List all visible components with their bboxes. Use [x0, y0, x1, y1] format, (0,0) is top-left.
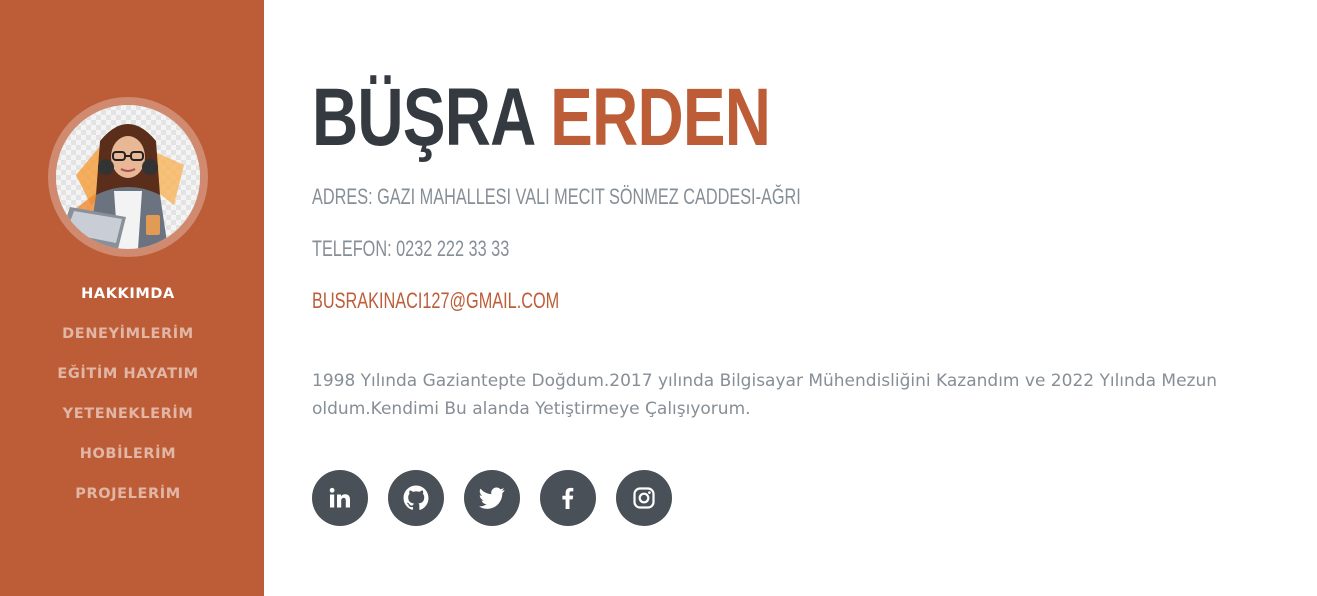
- instagram-button[interactable]: [616, 470, 672, 526]
- about-text: 1998 Yılında Gaziantepte Doğdum.2017 yıl…: [312, 371, 1218, 419]
- sidebar-item-label[interactable]: DENEYİMLERİM: [62, 326, 194, 342]
- facebook-icon: [562, 487, 574, 509]
- sidebar-item-label[interactable]: HOBİLERİM: [80, 446, 176, 462]
- sidebar-item-deneyimlerim[interactable]: DENEYİMLERİM: [0, 314, 256, 354]
- sidebar-item-hakkimda[interactable]: HAKKIMDA: [0, 274, 256, 314]
- github-icon: [403, 485, 429, 510]
- sidebar: HAKKIMDA DENEYİMLERİM EĞİTİM HAYATIM YET…: [0, 0, 264, 596]
- github-button[interactable]: [388, 470, 444, 526]
- facebook-button[interactable]: [540, 470, 596, 526]
- sidebar-nav: HAKKIMDA DENEYİMLERİM EĞİTİM HAYATIM YET…: [0, 274, 256, 514]
- address-text: ADRES: GAZI MAHALLESI VALI MECIT SÖNMEZ …: [312, 184, 801, 209]
- avatar-frame: [48, 97, 208, 257]
- first-name: BÜŞRA: [312, 72, 534, 163]
- sidebar-item-yeteneklerim[interactable]: YETENEKLERİM: [0, 394, 256, 434]
- twitter-icon: [479, 487, 505, 509]
- sidebar-item-label[interactable]: YETENEKLERİM: [63, 406, 194, 422]
- sidebar-item-label[interactable]: PROJELERİM: [75, 486, 181, 502]
- sidebar-item-label[interactable]: EĞİTİM HAYATIM: [57, 366, 198, 382]
- twitter-button[interactable]: [464, 470, 520, 526]
- avatar: [56, 105, 200, 249]
- phone-text: TELEFON: 0232 222 33 33: [312, 236, 510, 261]
- social-links: [312, 470, 672, 526]
- sidebar-item-label[interactable]: HAKKIMDA: [81, 286, 175, 302]
- sidebar-item-egitim-hayatim[interactable]: EĞİTİM HAYATIM: [0, 354, 256, 394]
- page-title: BÜŞRA ERDEN: [312, 72, 771, 164]
- email-link[interactable]: BUSRAKINACI127@GMAIL.COM: [312, 288, 559, 314]
- about-section: BÜŞRA ERDEN ADRES: GAZI MAHALLESI VALI M…: [312, 0, 1272, 596]
- linkedin-button[interactable]: [312, 470, 368, 526]
- linkedin-icon: [329, 487, 350, 508]
- sidebar-item-projelerim[interactable]: PROJELERİM: [0, 474, 256, 514]
- instagram-icon: [633, 487, 655, 509]
- last-name: ERDEN: [550, 72, 771, 163]
- sidebar-item-hobilerim[interactable]: HOBİLERİM: [0, 434, 256, 474]
